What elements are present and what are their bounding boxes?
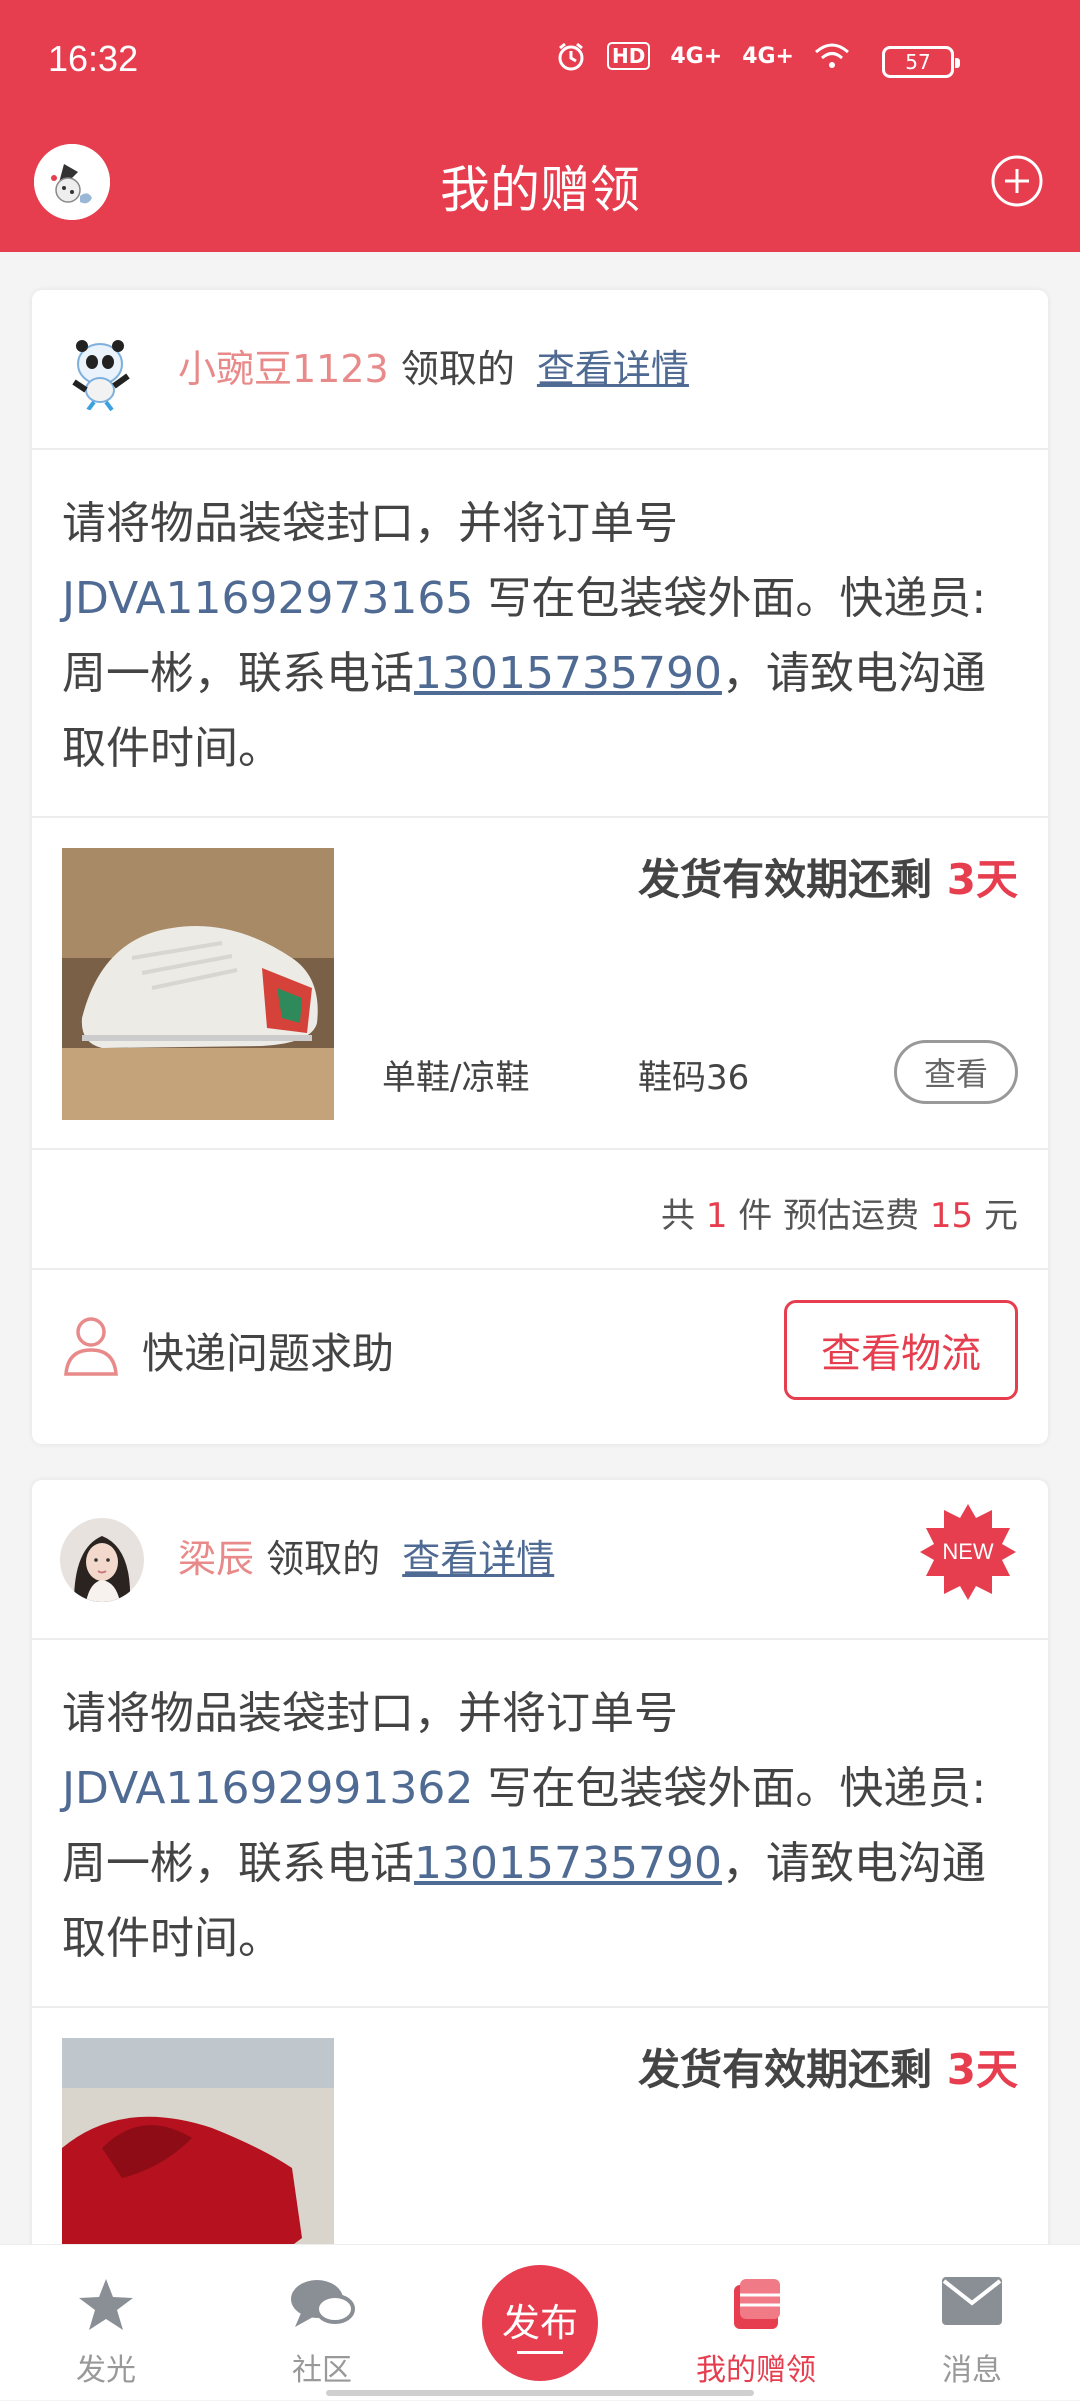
claim-card: 梁辰 领取的 查看详情 NEW 请将物品装袋封口，并将订单号 JDVA11692…: [32, 1480, 1048, 2252]
claimer-avatar[interactable]: [60, 1518, 144, 1602]
card-footer: 快递问题求助 查看物流: [32, 1270, 1048, 1444]
hd-icon: HD: [607, 42, 651, 70]
shipping-instructions: 请将物品装袋封口，并将订单号 JDVA11692973165 写在包装袋外面。快…: [32, 450, 1048, 818]
tab-label: 我的赠领: [696, 2353, 816, 2388]
tab-label: 消息: [942, 2353, 1002, 2388]
deadline-label: 发货有效期还剩: [638, 2045, 947, 2094]
claim-header-text: 梁辰 领取的 查看详情: [178, 1528, 554, 1583]
tab-label: 社区: [292, 2353, 352, 2388]
claims-list: 小豌豆1123 领取的 查看详情 请将物品装袋封口，并将订单号 JDVA1169…: [0, 252, 1080, 2252]
plus-circle-icon: [991, 155, 1043, 207]
claimer-name[interactable]: 梁辰: [178, 1537, 254, 1581]
status-icons: HD 4G+ 4G+: [555, 40, 850, 72]
signal-4g-icon-2: 4G+: [742, 43, 794, 69]
summary-text: 共 1 件 预估运费 15 元: [661, 1188, 1018, 1237]
home-indicator[interactable]: [326, 2390, 754, 2396]
item-category: 单鞋/凉鞋: [382, 1058, 530, 1098]
deadline-label: 发货有效期还剩: [638, 855, 947, 904]
summary-prefix: 共: [661, 1196, 706, 1236]
tab-shine[interactable]: 发光: [16, 2245, 196, 2401]
view-details-link[interactable]: 查看详情: [402, 1537, 554, 1581]
item-row: 发货有效期还剩 3天: [32, 2008, 1048, 2252]
claimed-label: 领取的: [400, 347, 515, 391]
battery-indicator: 57: [882, 46, 960, 78]
summary-middle: 件 预估运费: [727, 1196, 930, 1236]
gift-box-icon: [734, 2279, 780, 2329]
courier-phone-link[interactable]: 13015735790: [414, 1838, 722, 1889]
envelope-icon: [942, 2277, 1002, 2325]
chat-bubbles-icon: [291, 2280, 355, 2327]
order-summary: 共 1 件 预估运费 15 元: [32, 1150, 1048, 1270]
order-number: JDVA11692991362: [62, 1763, 474, 1814]
navigation-bar: 我的赠领: [0, 126, 1080, 252]
add-button[interactable]: [990, 154, 1044, 208]
tab-community[interactable]: 社区: [232, 2245, 412, 2401]
sneaker-photo: [62, 848, 334, 1120]
shipping-deadline: 发货有效期还剩 3天: [638, 846, 1018, 907]
order-number: JDVA11692973165: [62, 573, 474, 624]
shipping-fee: 15: [929, 1196, 974, 1236]
wifi-icon: [815, 43, 849, 68]
publish-label: 发布: [501, 2301, 578, 2345]
portrait-avatar-icon: [60, 1518, 144, 1602]
card-header: 梁辰 领取的 查看详情 NEW: [32, 1480, 1048, 1640]
new-badge: NEW: [918, 1502, 1018, 1602]
new-badge-label: NEW: [942, 1539, 994, 1564]
view-item-button[interactable]: 查看: [894, 1040, 1018, 1104]
view-details-link[interactable]: 查看详情: [537, 347, 689, 391]
item-count: 1: [705, 1196, 728, 1236]
status-bar: 16:32 HD 4G+ 4G+ 57: [0, 0, 1080, 126]
deadline-days: 3天: [946, 2045, 1018, 2094]
bottom-tab-bar: 发光 社区 发布 我的赠领 消息: [0, 2244, 1080, 2400]
item-row: 发货有效期还剩 3天 单鞋/凉鞋 鞋码36 查看: [32, 818, 1048, 1150]
shipping-instructions: 请将物品装袋封口，并将订单号 JDVA11692991362 写在包装袋外面。快…: [32, 1640, 1048, 2008]
item-size: 鞋码36: [638, 1058, 750, 1098]
tab-my-gifts[interactable]: 我的赠领: [666, 2245, 846, 2401]
publish-button[interactable]: 发布: [482, 2265, 598, 2381]
item-photo[interactable]: [62, 848, 334, 1120]
claimed-label: 领取的: [266, 1537, 381, 1581]
red-heels-photo: [62, 2038, 334, 2252]
tab-label: 发光: [76, 2353, 136, 2388]
tab-messages[interactable]: 消息: [882, 2245, 1062, 2401]
alarm-icon: [558, 42, 584, 71]
note-text-1: 请将物品装袋封口，并将订单号: [62, 498, 678, 549]
starburst-icon: NEW: [920, 1504, 1016, 1600]
person-icon: [64, 1317, 118, 1376]
courier-phone-link[interactable]: 13015735790: [414, 648, 722, 699]
courier-help-link[interactable]: 快递问题求助: [142, 1320, 394, 1381]
fee-unit: 元: [973, 1196, 1018, 1236]
status-time: 16:32: [48, 38, 139, 79]
shipping-deadline: 发货有效期还剩 3天: [638, 2036, 1018, 2097]
publish-underline: [517, 2351, 563, 2354]
claim-header-text: 小豌豆1123 领取的 查看详情: [178, 338, 689, 393]
card-header: 小豌豆1123 领取的 查看详情: [32, 290, 1048, 450]
note-text-1: 请将物品装袋封口，并将订单号: [62, 1688, 678, 1739]
item-photo[interactable]: [62, 2038, 334, 2252]
panda-avatar-icon: [60, 328, 144, 412]
claim-card: 小豌豆1123 领取的 查看详情 请将物品装袋封口，并将订单号 JDVA1169…: [32, 290, 1048, 1444]
claimer-name[interactable]: 小豌豆1123: [178, 347, 389, 391]
signal-4g-icon-1: 4G+: [670, 43, 723, 69]
claimer-avatar[interactable]: [60, 328, 144, 412]
top-header: 16:32 HD 4G+ 4G+ 57 我的赠领: [0, 0, 1080, 252]
page-title: 我的赠领: [440, 161, 640, 219]
view-logistics-button[interactable]: 查看物流: [784, 1300, 1018, 1400]
deadline-days: 3天: [946, 855, 1018, 904]
star-icon: [79, 2279, 133, 2330]
